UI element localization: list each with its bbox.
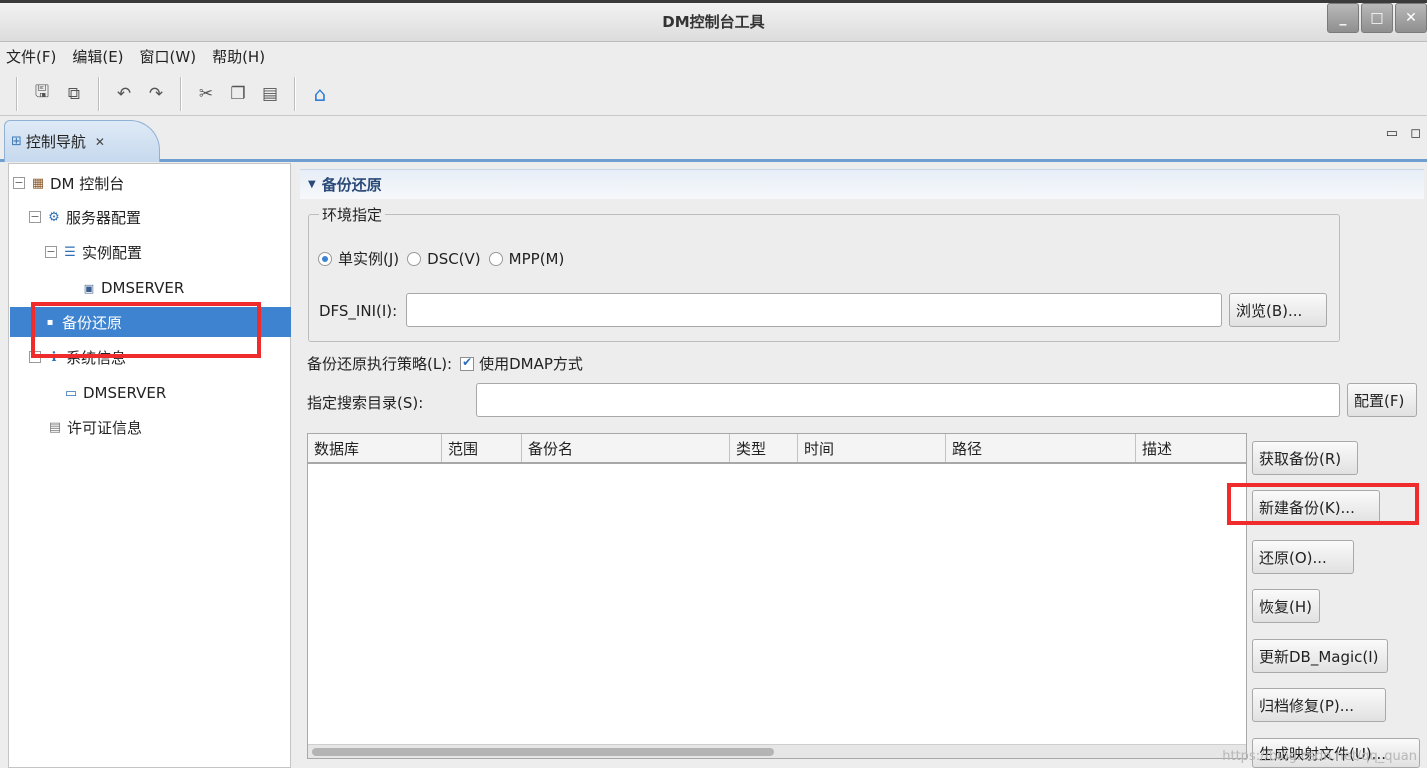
view-controls[interactable]: ▭ ◻: [1386, 126, 1425, 141]
highlight-box: [31, 302, 261, 358]
gear-icon: ⚙: [48, 209, 60, 225]
home-icon[interactable]: ⌂: [307, 81, 333, 107]
tree-item-root[interactable]: − ▦ DM 控制台: [13, 168, 124, 198]
chevron-down-icon: ▼: [308, 179, 316, 190]
save-icon[interactable]: 🖫: [29, 81, 55, 107]
tree-label: 许可证信息: [67, 418, 143, 437]
column-header-description[interactable]: 描述: [1136, 434, 1246, 462]
toolbar-separator: [98, 76, 100, 111]
window-title: DM控制台工具: [662, 13, 765, 31]
archive-repair-button[interactable]: 归档修复(P)...: [1252, 688, 1386, 722]
column-header-backup-name[interactable]: 备份名: [522, 434, 730, 462]
navigator-icon: ⊞: [11, 134, 22, 149]
tree-item-dmserver-ini[interactable]: ▣ DMSERVER: [81, 273, 184, 303]
radio-single-instance[interactable]: [318, 251, 332, 266]
tab-label: 控制导航: [25, 133, 86, 151]
radio-mpp[interactable]: [488, 251, 503, 266]
tree-label: 实例配置: [82, 243, 143, 262]
license-icon: ▤: [48, 419, 62, 435]
horizontal-scrollbar[interactable]: [308, 744, 1246, 758]
recover-button[interactable]: 恢复(H): [1252, 589, 1320, 623]
table-header: 数据库 范围 备份名 类型 时间 路径 描述: [308, 434, 1246, 464]
menu-help[interactable]: 帮助(H): [212, 46, 265, 67]
collapse-icon[interactable]: −: [29, 211, 41, 223]
group-legend: 环境指定: [319, 204, 386, 225]
save-all-icon[interactable]: ⧉: [61, 81, 87, 107]
menu-bar: 文件(F) 编辑(E) 窗口(W) 帮助(H): [0, 42, 1427, 70]
radio-label: DSC(V): [427, 249, 481, 268]
toolbar: 🖫 ⧉ ↶ ↷ ✂ ❐ ▤ ⌂: [0, 72, 1427, 116]
column-header-type[interactable]: 类型: [730, 434, 798, 462]
menu-window[interactable]: 窗口(W): [140, 46, 197, 67]
copy-icon[interactable]: ❐: [225, 81, 251, 107]
window-icon: ▭: [64, 385, 78, 401]
column-header-database[interactable]: 数据库: [308, 434, 442, 462]
ini-file-icon: ▣: [83, 281, 95, 295]
maximize-button[interactable]: □: [1361, 3, 1393, 33]
browse-button[interactable]: 浏览(B)...: [1229, 293, 1327, 327]
get-backup-button[interactable]: 获取备份(R): [1252, 441, 1358, 475]
menu-file[interactable]: 文件(F): [6, 46, 56, 67]
paste-icon[interactable]: ▤: [257, 81, 283, 107]
column-header-scope[interactable]: 范围: [442, 434, 522, 462]
search-dir-input[interactable]: [476, 383, 1340, 417]
close-button[interactable]: ✕: [1395, 3, 1427, 33]
tree-label: DMSERVER: [101, 279, 185, 297]
tree-item-dmserver-info[interactable]: ▭ DMSERVER: [63, 378, 166, 408]
watermark: https://blog.csdn.net/qq_quan: [1222, 749, 1417, 764]
minimize-button[interactable]: _: [1327, 3, 1359, 33]
toolbar-separator: [180, 76, 182, 111]
radio-label: 单实例(J): [338, 250, 400, 268]
tree-label: DM 控制台: [50, 174, 125, 193]
dmap-checkbox[interactable]: [460, 355, 475, 371]
tab-close-icon[interactable]: ✕: [95, 135, 105, 149]
search-dir-label: 指定搜索目录(S):: [307, 394, 424, 412]
dfs-ini-input[interactable]: [406, 293, 1222, 327]
update-db-magic-button[interactable]: 更新DB_Magic(I): [1252, 639, 1388, 673]
radio-dsc[interactable]: [407, 251, 422, 266]
environment-group: 环境指定 单实例(J) DSC(V) MPP(M) DFS_INI(I): 浏览…: [308, 204, 1340, 342]
config-button[interactable]: 配置(F): [1347, 383, 1417, 417]
cut-icon[interactable]: ✂: [193, 81, 219, 107]
toolbar-separator: [294, 76, 296, 111]
view-tab-bar: ⊞ 控制导航 ✕ ▭ ◻: [0, 118, 1427, 162]
title-strip: [0, 0, 1427, 3]
window-controls: _ □ ✕: [1325, 3, 1427, 36]
menu-edit[interactable]: 编辑(E): [72, 46, 123, 67]
dfs-ini-label: DFS_INI(I):: [319, 302, 398, 320]
undo-icon[interactable]: ↶: [111, 81, 137, 107]
scrollbar-thumb[interactable]: [312, 748, 774, 756]
strategy-row: 备份还原执行策略(L): 使用DMAP方式: [307, 353, 583, 374]
toolbar-separator: [16, 76, 18, 111]
server-stack-icon: ☰: [64, 244, 76, 260]
tree-item-instance-config[interactable]: − ☰ 实例配置: [45, 237, 142, 267]
navigation-tree: − ▦ DM 控制台 − ⚙ 服务器配置 − ☰ 实例配置 ▣ DMSERVER…: [8, 163, 291, 768]
tree-label: 服务器配置: [66, 208, 142, 227]
tree-item-license-info[interactable]: ▤ 许可证信息: [47, 412, 142, 442]
redo-icon[interactable]: ↷: [143, 81, 169, 107]
title-bar: DM控制台工具 _ □ ✕: [0, 0, 1427, 42]
strategy-label: 备份还原执行策略(L):: [307, 355, 453, 373]
backup-restore-panel: ▼ 备份还原 环境指定 单实例(J) DSC(V) MPP(M) DFS_INI…: [298, 163, 1427, 768]
section-header[interactable]: ▼ 备份还原: [300, 169, 1424, 199]
highlight-box: [1227, 483, 1419, 525]
column-header-path[interactable]: 路径: [946, 434, 1136, 462]
section-title: 备份还原: [321, 176, 382, 194]
dmap-checkbox-label: 使用DMAP方式: [479, 355, 583, 373]
backup-table[interactable]: 数据库 范围 备份名 类型 时间 路径 描述: [307, 433, 1247, 759]
collapse-icon[interactable]: −: [13, 177, 25, 189]
tree-label: DMSERVER: [83, 384, 167, 402]
environment-radios: 单实例(J) DSC(V) MPP(M): [318, 248, 572, 269]
collapse-icon[interactable]: −: [45, 246, 57, 258]
restore-button[interactable]: 还原(O)...: [1252, 540, 1354, 574]
tab-control-navigator[interactable]: ⊞ 控制导航 ✕: [4, 120, 160, 162]
tree-item-server-config[interactable]: − ⚙ 服务器配置: [29, 202, 141, 232]
console-icon: ▦: [31, 175, 45, 191]
radio-label: MPP(M): [508, 249, 565, 268]
column-header-time[interactable]: 时间: [798, 434, 946, 462]
